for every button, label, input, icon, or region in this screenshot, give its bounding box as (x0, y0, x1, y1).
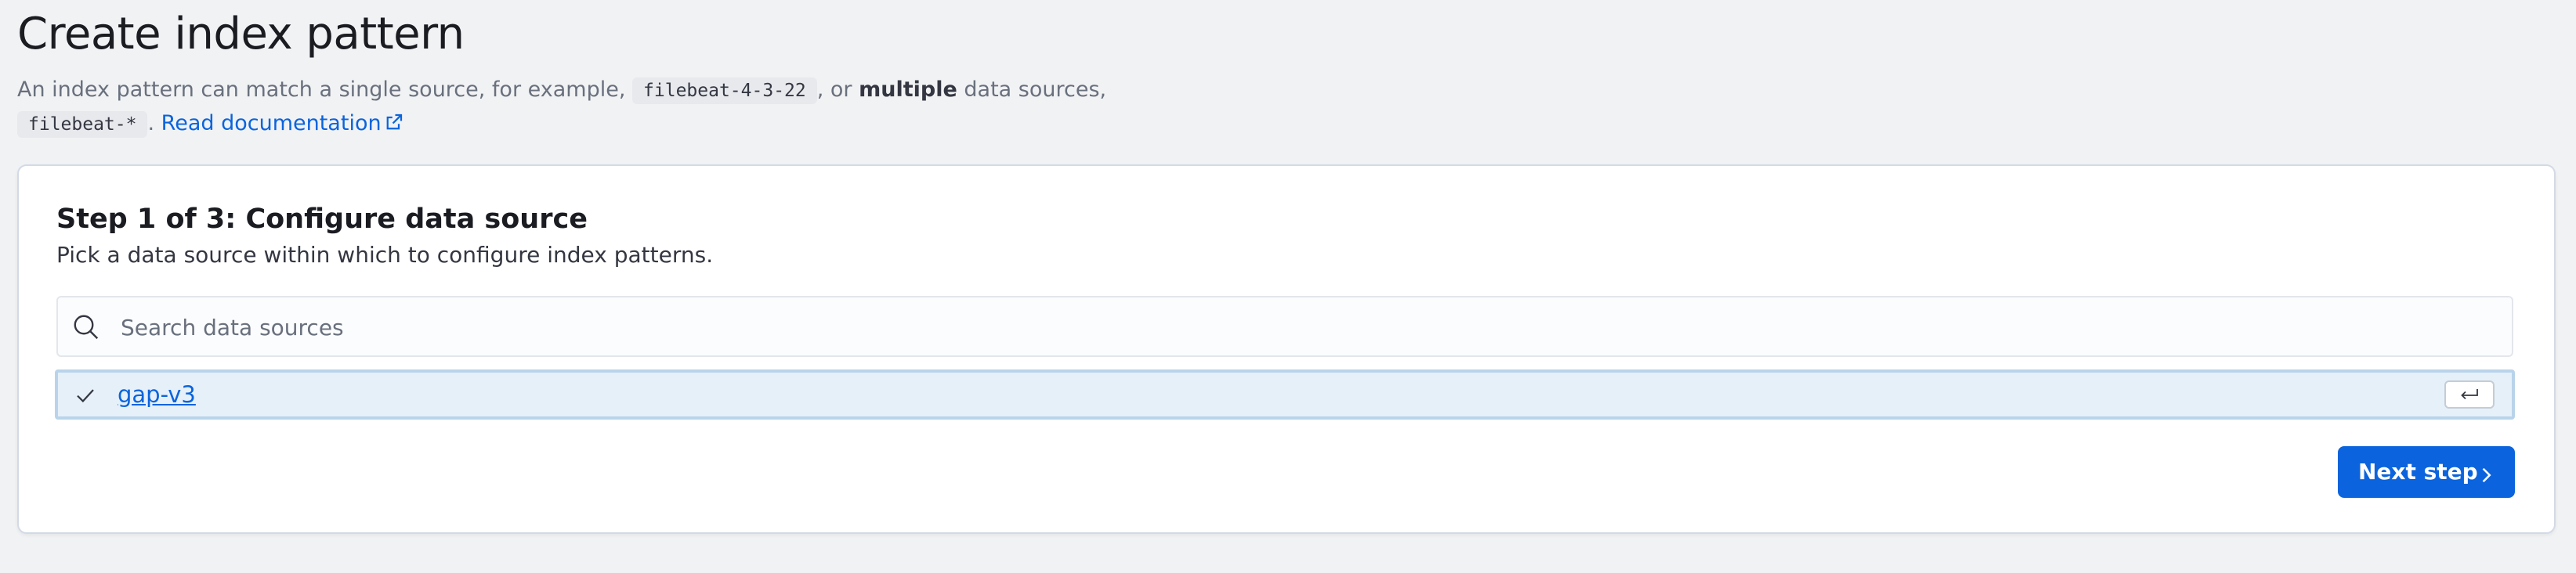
description-text: data sources, (957, 77, 1107, 102)
page-title: Create index pattern (17, 9, 465, 59)
page-description: An index pattern can match a single sour… (17, 74, 1130, 141)
search-icon (72, 313, 100, 341)
read-documentation-label: Read documentation (161, 111, 382, 135)
description-bold-multiple: multiple (859, 77, 957, 102)
description-text: An index pattern can match a single sour… (17, 77, 633, 102)
data-source-option-label: gap-v3 (118, 381, 196, 408)
step-title: Step 1 of 3: Configure data source (56, 204, 588, 235)
next-step-button[interactable]: Next step (2338, 446, 2515, 498)
check-icon (74, 384, 97, 407)
data-source-search (56, 296, 2513, 357)
search-input[interactable] (119, 297, 2473, 357)
configure-data-source-panel: Step 1 of 3: Configure data source Pick … (17, 164, 2556, 534)
next-step-label: Next step (2358, 459, 2478, 485)
step-subtitle: Pick a data source within which to confi… (56, 242, 714, 268)
description-text: . (147, 111, 161, 135)
enter-key-icon (2444, 380, 2495, 409)
description-text: , or (816, 77, 859, 102)
code-example-single: filebeat-4-3-22 (632, 77, 817, 104)
read-documentation-link[interactable]: Read documentation (161, 111, 403, 135)
code-example-multiple: filebeat-* (17, 111, 148, 138)
external-link-icon (385, 109, 403, 130)
data-source-option[interactable]: gap-v3 (55, 369, 2515, 420)
chevron-right-icon (2477, 463, 2495, 483)
